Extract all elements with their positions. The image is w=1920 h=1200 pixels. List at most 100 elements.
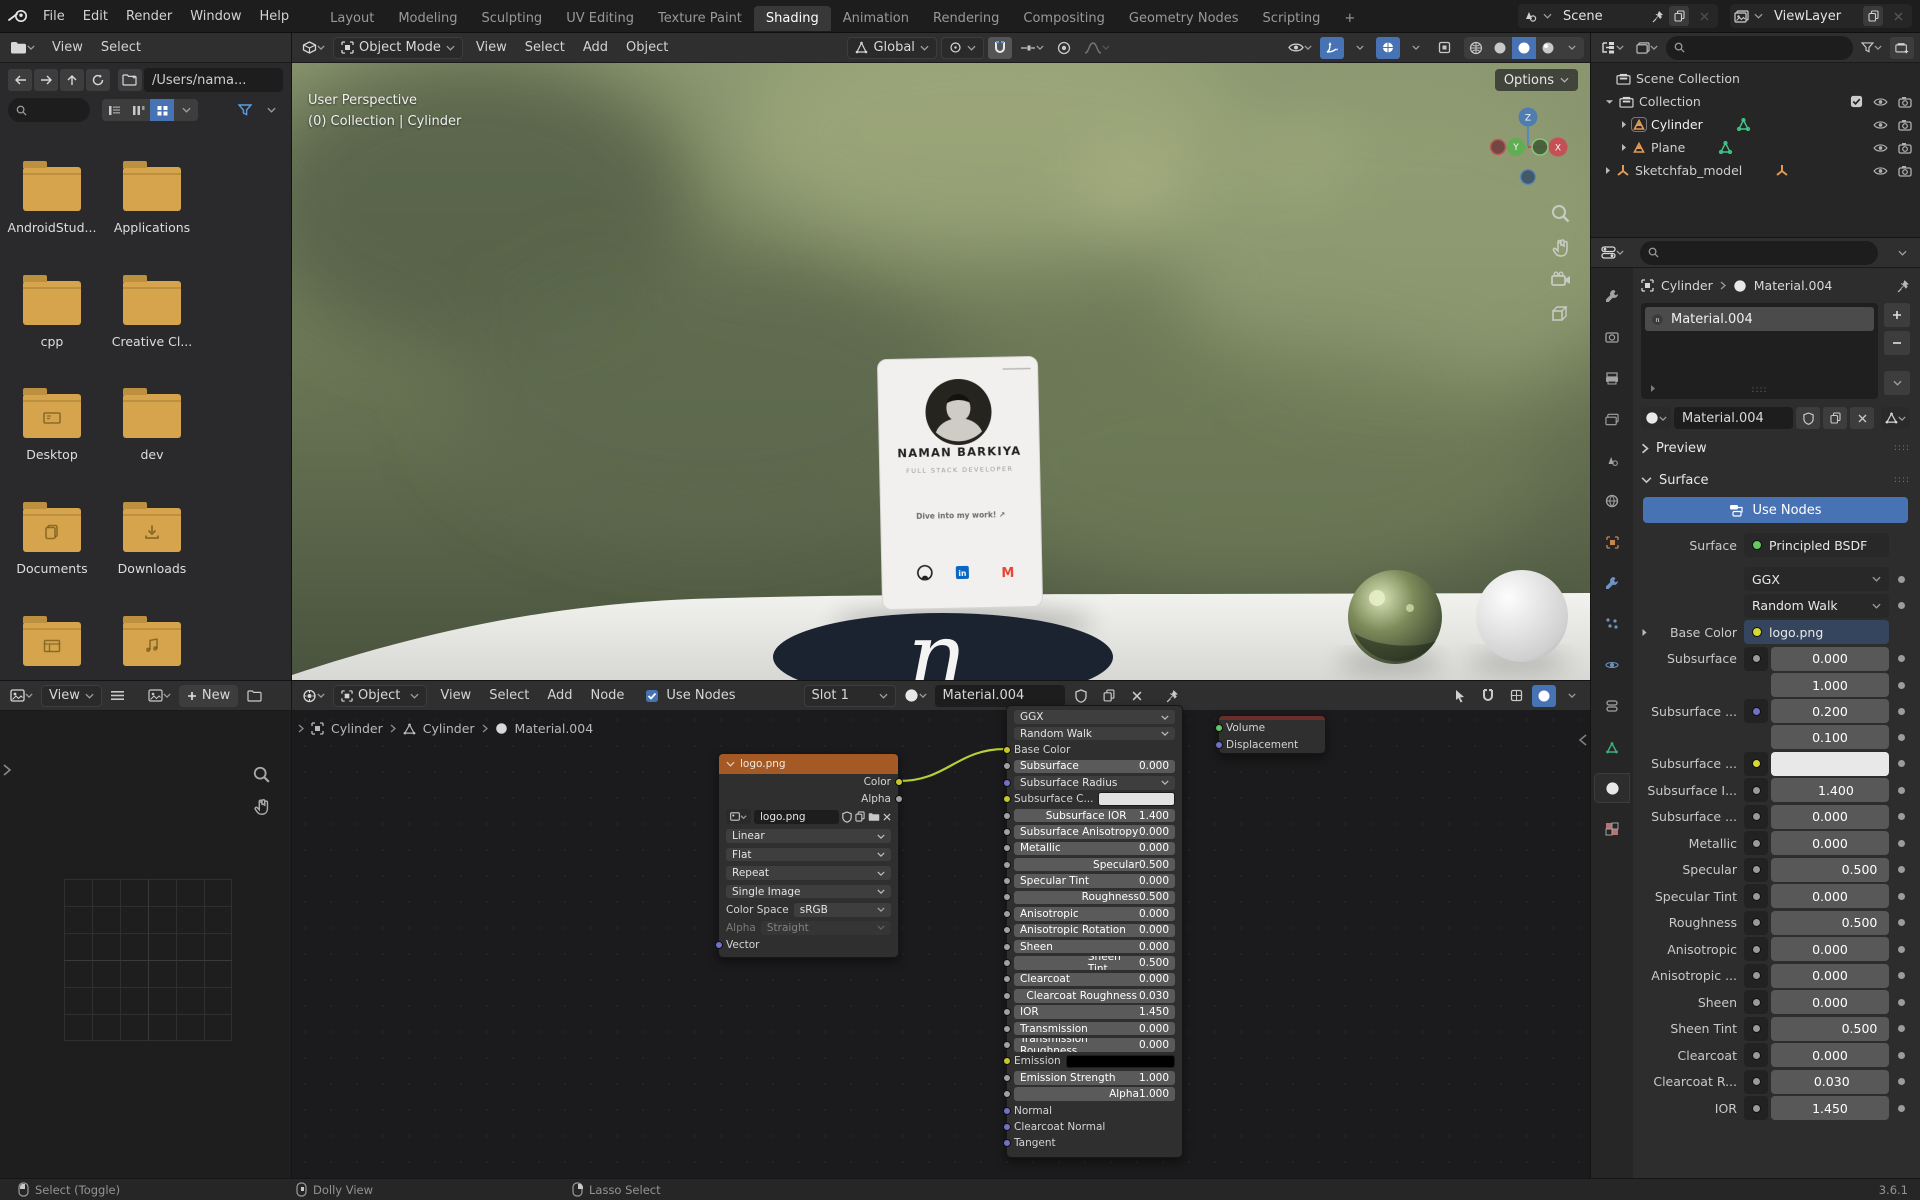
bsdf-row-subsurface-anisotropy[interactable]: Subsurface Anisotropy 0.000 bbox=[1002, 824, 1182, 840]
menu-item-view[interactable]: View bbox=[43, 38, 92, 57]
camera-toggle[interactable] bbox=[1898, 142, 1912, 154]
resize-grip[interactable]: :::: bbox=[1751, 385, 1767, 395]
menu-item-select[interactable]: Select bbox=[480, 686, 538, 705]
create-directory-button[interactable] bbox=[118, 69, 142, 91]
transmission-roughness-input-socket[interactable] bbox=[1002, 1041, 1011, 1049]
distribution-dropdown[interactable]: GGX bbox=[1744, 567, 1889, 591]
keyframe-dot[interactable] bbox=[1898, 972, 1905, 979]
camera-view-icon[interactable] bbox=[1550, 271, 1572, 289]
subsurface-radius-dropdown[interactable]: Subsurface Radius bbox=[1014, 776, 1175, 790]
folder-item-desktop[interactable]: Desktop bbox=[4, 388, 100, 462]
emission-strength-value-slider[interactable]: Emission Strength 1.000 bbox=[1014, 1071, 1175, 1085]
proportional-falloff-dropdown[interactable] bbox=[1080, 37, 1114, 59]
ior-value-slider[interactable]: IOR 1.450 bbox=[1014, 1005, 1175, 1019]
camera-icon[interactable] bbox=[1898, 142, 1912, 154]
zoom-icon[interactable] bbox=[252, 765, 272, 785]
keyframe-dot[interactable] bbox=[1898, 839, 1905, 847]
folder-item-creativecl[interactable]: Creative Cl... bbox=[104, 274, 200, 349]
keyframe-dot[interactable] bbox=[1898, 1051, 1905, 1059]
image-name-field[interactable]: logo.png bbox=[754, 810, 839, 824]
subsurface-anisotropy-input-socket[interactable] bbox=[1002, 827, 1011, 836]
fake-user-shield-icon[interactable] bbox=[1069, 685, 1093, 707]
folder-item-androidstud[interactable]: AndroidStud... bbox=[4, 161, 100, 235]
properties-tab-world[interactable] bbox=[1595, 487, 1629, 515]
subsurface-anisotropy-value-slider[interactable]: Subsurface Anisotropy 0.000 bbox=[1014, 825, 1175, 839]
transmission-input-socket[interactable] bbox=[1002, 1024, 1011, 1033]
region-collapse-arrow[interactable] bbox=[1578, 733, 1588, 747]
vector-input-socket[interactable] bbox=[714, 940, 723, 949]
alpha-input-socket[interactable] bbox=[1002, 1090, 1011, 1099]
menu-item-add[interactable]: Add bbox=[538, 686, 581, 705]
bsdf-row-subsurface-radius[interactable]: Subsurface Radius bbox=[1002, 775, 1182, 791]
clearcoat-roughness-value-slider[interactable]: Clearcoat Roughness 0.030 bbox=[1014, 989, 1175, 1003]
bsdf-row-subsurface[interactable]: Subsurface 0.000 bbox=[1002, 758, 1182, 774]
shading-rendered-button[interactable] bbox=[1536, 36, 1560, 59]
folder-item-dev[interactable]: dev bbox=[104, 388, 200, 462]
expand-arrow[interactable] bbox=[1641, 628, 1648, 637]
filter-settings-dropdown[interactable] bbox=[259, 99, 283, 121]
preview-dropdown[interactable] bbox=[1560, 685, 1584, 707]
filter-toggle-button[interactable] bbox=[233, 99, 257, 121]
anisotropic--socket-button[interactable] bbox=[1744, 963, 1768, 988]
copy-icon[interactable] bbox=[1863, 6, 1883, 26]
sheen-tint-value-slider[interactable]: Sheen Tint 0.500 bbox=[1014, 956, 1175, 970]
sheen-tint-input-socket[interactable] bbox=[1002, 959, 1011, 968]
viewport-editor-type-icon[interactable] bbox=[298, 37, 329, 59]
properties-search-input[interactable] bbox=[1640, 240, 1878, 265]
blender-logo[interactable] bbox=[8, 9, 28, 23]
menu-item-help[interactable]: Help bbox=[251, 7, 299, 26]
slot-dropdown[interactable]: Slot 1 bbox=[803, 684, 896, 707]
outliner-filter-dropdown[interactable] bbox=[1857, 37, 1886, 59]
folder-item-documents[interactable]: Documents bbox=[4, 502, 100, 576]
workspace-tab-animation[interactable]: Animation bbox=[831, 6, 921, 31]
workspace-tab-shading[interactable]: Shading bbox=[753, 5, 831, 31]
sheen-tint-socket-button[interactable] bbox=[1744, 1016, 1768, 1041]
transmission-roughness-value-slider[interactable]: Transmission Roughness 0.000 bbox=[1014, 1038, 1175, 1052]
scene-name[interactable]: Scene bbox=[1557, 9, 1647, 24]
keyframe-dot[interactable] bbox=[1898, 998, 1905, 1006]
camera-toggle[interactable] bbox=[1898, 96, 1912, 108]
subsurface-socket-button[interactable] bbox=[1744, 646, 1768, 671]
anisotropic--value-slider[interactable]: 0.000 bbox=[1771, 963, 1889, 988]
roughness-socket-button[interactable] bbox=[1744, 910, 1768, 935]
anisotropic-value-slider[interactable]: 0.000 bbox=[1771, 937, 1889, 961]
bsdf-row-metallic[interactable]: Metallic 0.000 bbox=[1002, 840, 1182, 856]
subsurface--socket-button[interactable] bbox=[1744, 751, 1768, 776]
material-slot-list[interactable]: n Material.004 :::: bbox=[1641, 303, 1878, 399]
workspace-tab-geometry-nodes[interactable]: Geometry Nodes bbox=[1117, 6, 1251, 31]
menu-item-select[interactable]: Select bbox=[516, 38, 574, 57]
metallic-socket-button[interactable] bbox=[1744, 831, 1768, 855]
vertical-list-display-button[interactable] bbox=[102, 99, 126, 121]
vector-value-0[interactable]: 1.000 bbox=[1771, 673, 1889, 697]
material-name-field[interactable]: Material.004 bbox=[1674, 407, 1793, 429]
copy-material-icon[interactable] bbox=[1097, 685, 1121, 707]
collapse-icon[interactable] bbox=[726, 761, 735, 767]
keyframe-dot[interactable] bbox=[1898, 919, 1905, 926]
anisotropic-rotation-input-socket[interactable] bbox=[1002, 926, 1011, 935]
display-settings-dropdown[interactable] bbox=[174, 99, 198, 121]
disclosure-right-icon[interactable] bbox=[1621, 120, 1627, 129]
camera-toggle[interactable] bbox=[1898, 165, 1912, 177]
thumbnail-display-button[interactable] bbox=[150, 99, 174, 121]
shader-editor-type-icon[interactable] bbox=[298, 685, 329, 707]
emission-strength-input-socket[interactable] bbox=[1002, 1073, 1011, 1082]
pin-icon[interactable] bbox=[1897, 279, 1910, 293]
keyframe-dot[interactable] bbox=[1898, 1104, 1905, 1112]
breadcrumb-item[interactable]: Cylinder bbox=[331, 721, 383, 736]
subsurface--value-slider[interactable]: 0.000 bbox=[1771, 804, 1889, 829]
camera-toggle[interactable] bbox=[1898, 119, 1912, 131]
visibility-dropdown[interactable] bbox=[1284, 37, 1316, 59]
properties-options-dropdown[interactable] bbox=[1890, 242, 1914, 264]
subsurface-c--input-socket[interactable] bbox=[1002, 795, 1011, 804]
material-output-node[interactable]: Volume Displacement bbox=[1214, 715, 1326, 754]
folder-item-cpp[interactable]: cpp bbox=[4, 274, 100, 349]
vector-value-1[interactable]: 0.200 bbox=[1771, 699, 1889, 723]
eye-icon[interactable] bbox=[1873, 143, 1888, 153]
workspace-tab--[interactable]: + bbox=[1332, 6, 1367, 31]
roughness-input-socket[interactable] bbox=[1002, 893, 1011, 902]
workspace-tab-compositing[interactable]: Compositing bbox=[1011, 6, 1117, 31]
properties-tab-physics[interactable] bbox=[1595, 651, 1629, 679]
slot-specials-dropdown[interactable] bbox=[1884, 371, 1910, 395]
bsdf-row-anisotropic[interactable]: Anisotropic 0.000 bbox=[1002, 906, 1182, 922]
outliner-item-sketchfab_model[interactable]: Sketchfab_model bbox=[1597, 159, 1920, 182]
